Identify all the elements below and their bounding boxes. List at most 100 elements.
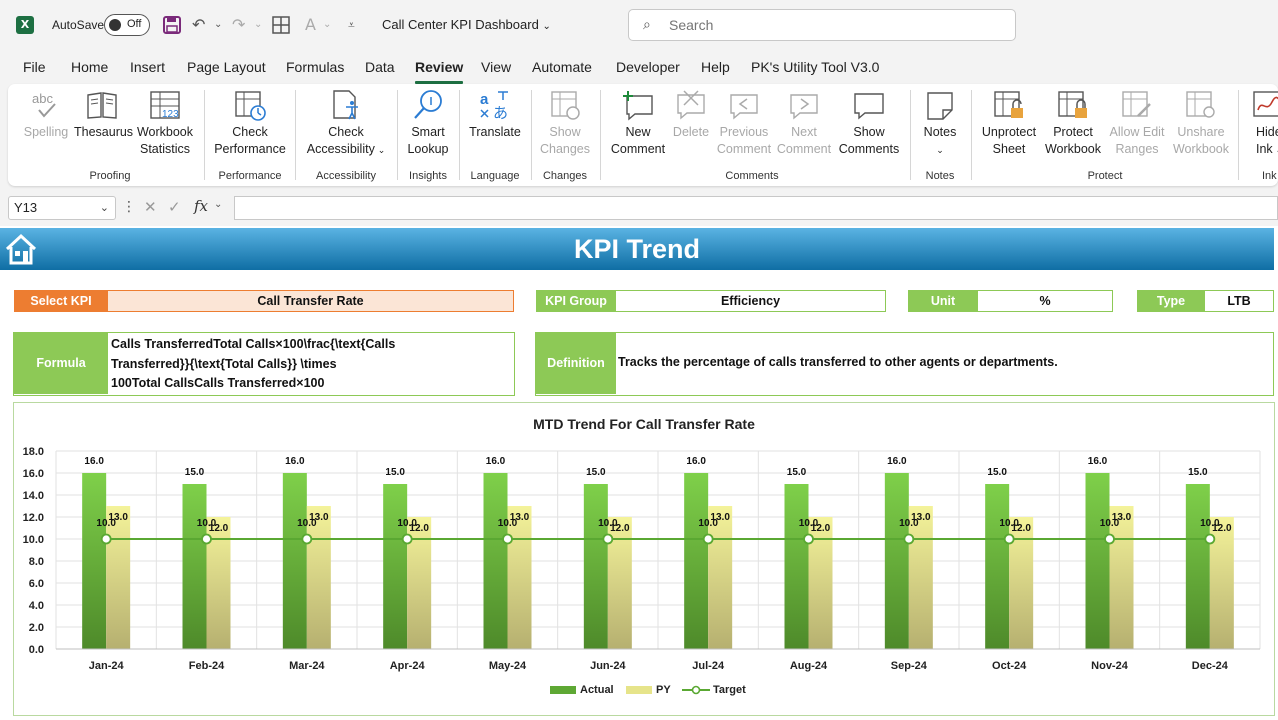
data-label-actual: 15.0 [185, 467, 205, 478]
tab-home[interactable]: Home [71, 59, 108, 75]
insert-function-icon[interactable]: fx [194, 197, 208, 215]
data-label-actual: 15.0 [385, 467, 405, 478]
hide-ink-label-1: Hide [1256, 125, 1278, 139]
font-color-dropdown-icon[interactable]: ⌄ [323, 14, 331, 36]
autosave-label: AutoSave [52, 18, 105, 32]
x-tick-label: May-24 [489, 660, 527, 672]
tab-insert[interactable]: Insert [130, 59, 165, 75]
bar-actual [383, 484, 408, 649]
translate-button[interactable]: aあ Translate [466, 88, 524, 141]
data-label-actual: 15.0 [787, 467, 807, 478]
thesaurus-button[interactable]: Thesaurus [74, 88, 133, 141]
show-changes-icon [551, 91, 580, 120]
hide-ink-button[interactable]: HideInk ⌄ [1248, 88, 1278, 160]
hide-ink-icon [1253, 91, 1278, 117]
tab-view[interactable]: View [481, 59, 511, 75]
protect-workbook-label-1: Protect [1053, 125, 1093, 139]
unprotect-sheet-button[interactable]: Unprotect Sheet [978, 88, 1040, 158]
tab-automate[interactable]: Automate [532, 59, 592, 75]
workbook-statistics-button[interactable]: 123 Workbook Statistics [132, 88, 198, 158]
autosave-toggle[interactable]: Off [104, 14, 150, 36]
data-label-actual: 15.0 [1188, 467, 1208, 478]
tab-page-layout[interactable]: Page Layout [187, 59, 266, 75]
data-label-target: 10.0 [397, 518, 417, 529]
formula-input[interactable] [234, 196, 1278, 220]
excel-logo-icon: X [16, 16, 34, 34]
x-tick-label: Dec-24 [1192, 660, 1229, 672]
next-comment-button[interactable]: Next Comment [776, 88, 832, 158]
formula-box: Formula Calls TransferredTotal Calls×100… [13, 332, 515, 396]
x-tick-label: Apr-24 [390, 660, 426, 672]
smart-lookup-label-2: Lookup [407, 142, 449, 156]
legend-label-py: PY [656, 684, 671, 696]
target-point [201, 533, 212, 545]
borders-icon[interactable] [272, 16, 290, 38]
formula-line-3: 100Total CallsCalls Transferred×100 [111, 376, 325, 390]
redo-dropdown-icon[interactable]: ⌄ [254, 14, 262, 36]
definition-box: Definition Tracks the percentage of call… [535, 332, 1274, 396]
check-accessibility-button[interactable]: Check Accessibility ⌄ [304, 88, 388, 160]
redo-icon[interactable]: ↷ [232, 14, 245, 36]
tab-help[interactable]: Help [701, 59, 730, 75]
tab-data[interactable]: Data [365, 59, 395, 75]
search-input[interactable] [669, 15, 989, 35]
group-insights: Insights [409, 170, 447, 182]
smart-lookup-button[interactable]: Smart Lookup [404, 88, 452, 158]
workbook-statistics-icon: 123 [150, 91, 180, 120]
save-icon[interactable] [162, 15, 182, 37]
font-color-icon[interactable]: A [305, 14, 316, 36]
bar-actual [282, 473, 307, 649]
tab-file[interactable]: File [23, 59, 46, 75]
cell-reference: Y13 [14, 200, 38, 215]
document-title[interactable]: Call Center KPI Dashboard ⌄ [382, 17, 551, 32]
undo-icon[interactable]: ↶ [192, 14, 205, 36]
legend-swatch-py [626, 686, 652, 694]
search-box[interactable]: ⌕ [628, 9, 1016, 41]
unshare-workbook-button[interactable]: Unshare Workbook [1170, 88, 1232, 158]
y-tick-label: 8.0 [29, 556, 44, 568]
formula-line-1: Calls TransferredTotal Calls×100\frac{\t… [111, 337, 396, 351]
customize-toolbar-icon[interactable]: ⩡ [348, 14, 355, 36]
undo-dropdown-icon[interactable]: ⌄ [214, 14, 222, 36]
formula-expand-icon[interactable]: ⌄ [214, 199, 222, 210]
mtd-trend-chart[interactable]: 16.013.010.015.012.010.016.013.010.015.0… [14, 403, 1274, 715]
formula-line-2: Transferred}}{\text{Total Calls}} \times [111, 356, 337, 371]
group-separator [204, 90, 205, 180]
new-comment-button[interactable]: New Comment [608, 88, 668, 158]
legend-marker-target [691, 685, 701, 695]
name-box[interactable]: Y13 ⌄ [8, 196, 116, 220]
group-performance: Performance [218, 170, 282, 182]
new-comment-icon [623, 91, 653, 121]
tab-review[interactable]: Review [415, 59, 464, 84]
group-separator [910, 90, 911, 180]
show-changes-label-1: Show [549, 125, 581, 139]
enter-icon[interactable]: ✓ [168, 198, 181, 216]
name-box-dropdown-icon[interactable]: ⌄ [100, 197, 109, 219]
show-changes-button[interactable]: Show Changes [538, 88, 592, 158]
tab-developer[interactable]: Developer [616, 59, 680, 75]
show-comments-label-2: Comments [838, 142, 900, 156]
previous-comment-icon [730, 94, 758, 120]
previous-comment-label-2: Comment [716, 142, 772, 156]
next-comment-label-2: Comment [776, 142, 832, 156]
check-performance-button[interactable]: Check Performance [210, 88, 290, 158]
delete-comment-button[interactable]: Delete [670, 88, 712, 141]
next-comment-icon [790, 94, 818, 120]
tab-pk-utility-tool[interactable]: PK's Utility Tool V3.0 [751, 59, 879, 75]
page-title: KPI Trend [573, 234, 701, 264]
protect-workbook-icon [1058, 91, 1087, 118]
target-point [702, 533, 714, 545]
notes-button[interactable]: Notes ⌄ [916, 88, 964, 160]
select-kpi-dropdown[interactable]: Call Transfer Rate [107, 290, 514, 312]
previous-comment-button[interactable]: Previous Comment [714, 88, 774, 158]
show-comments-icon [854, 93, 884, 120]
protect-workbook-button[interactable]: Protect Workbook [1042, 88, 1104, 158]
show-comments-button[interactable]: Show Comments [834, 88, 904, 158]
cancel-icon[interactable]: ✕ [144, 198, 157, 216]
data-label-target: 10.0 [999, 518, 1019, 529]
more-options-icon[interactable]: ⋮ [122, 199, 136, 215]
legend-label-target: Target [713, 684, 746, 696]
tab-formulas[interactable]: Formulas [286, 59, 344, 75]
spelling-button[interactable]: abc Spelling [22, 88, 70, 141]
allow-edit-ranges-button[interactable]: Allow Edit Ranges [1106, 88, 1168, 158]
